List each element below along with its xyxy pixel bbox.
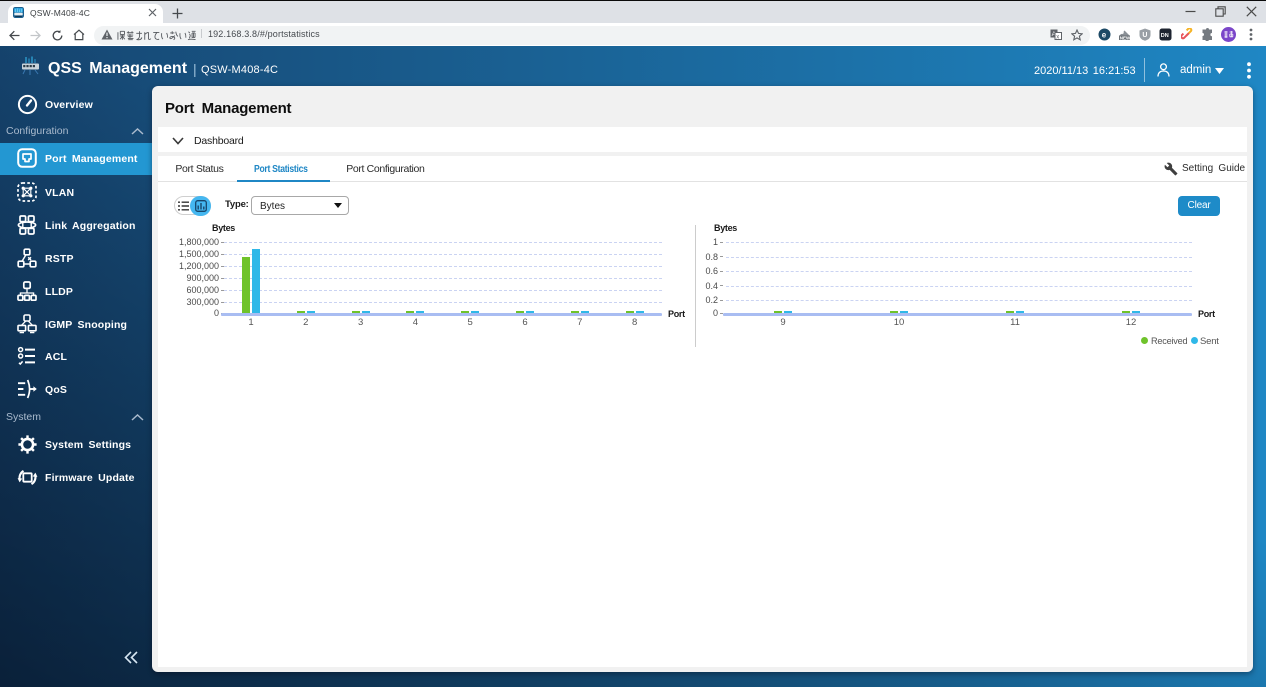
svg-text:NEW: NEW: [1120, 35, 1131, 40]
svg-text:DN: DN: [1161, 33, 1169, 39]
svg-text:x: x: [1056, 34, 1059, 40]
svg-text:e: e: [1102, 30, 1107, 39]
svg-text:U: U: [1142, 32, 1147, 39]
